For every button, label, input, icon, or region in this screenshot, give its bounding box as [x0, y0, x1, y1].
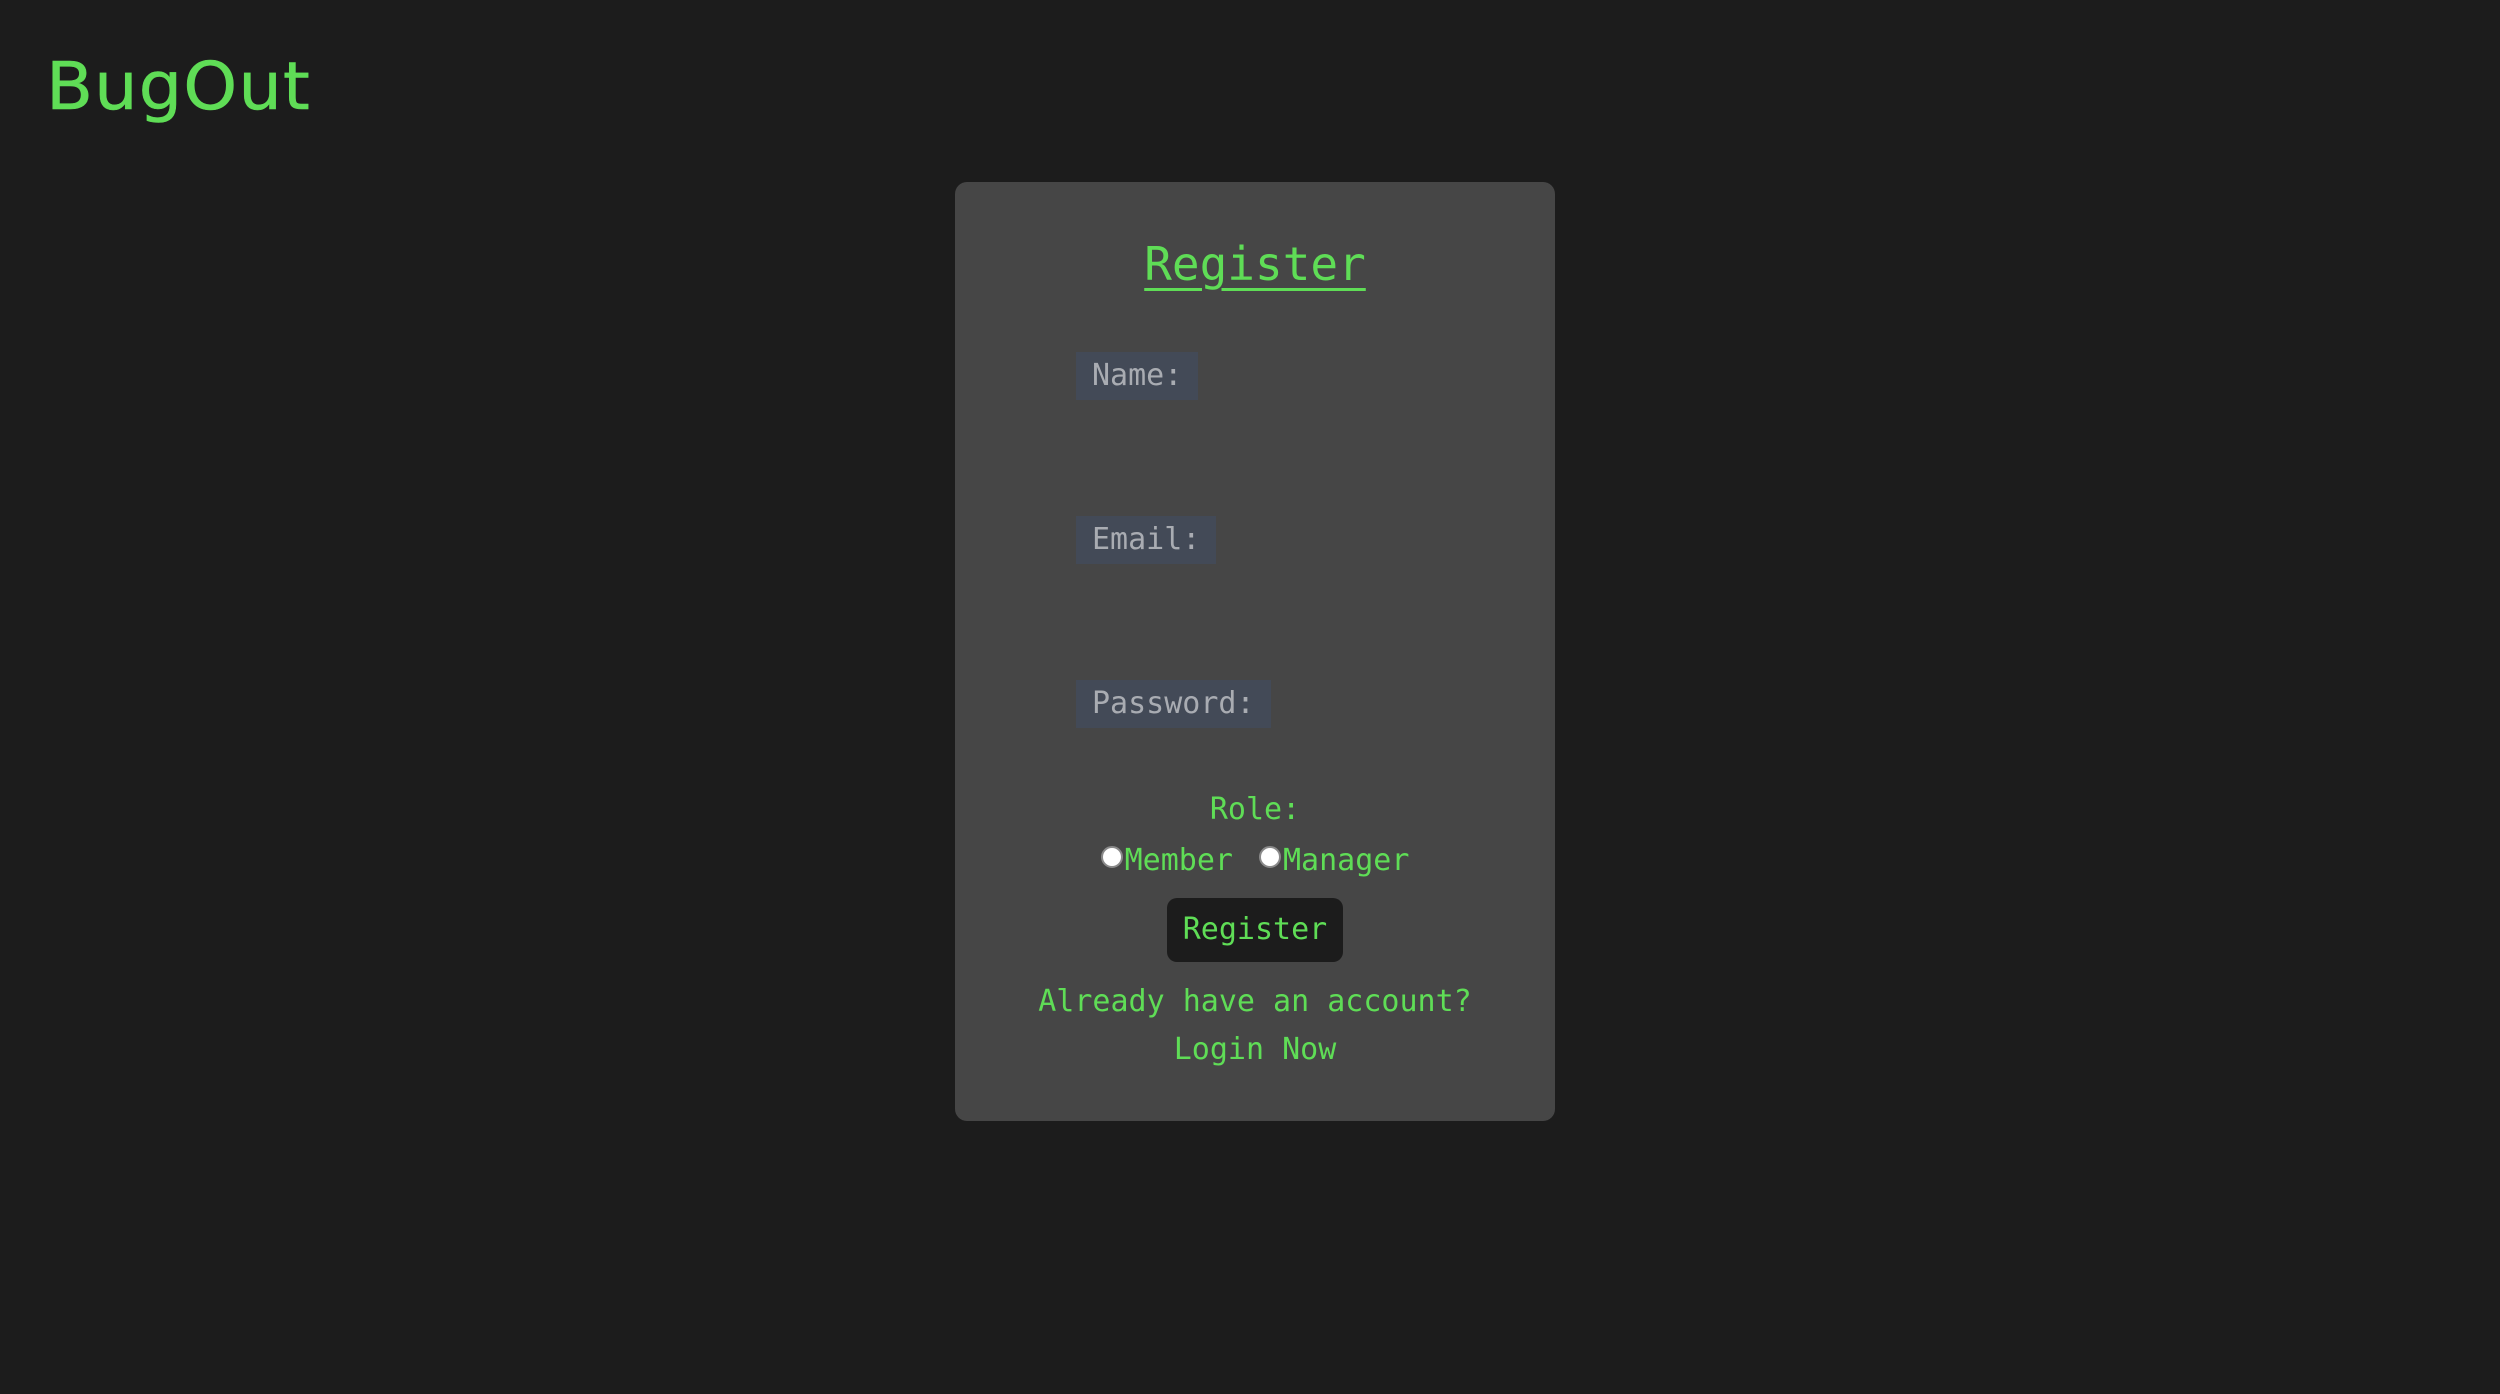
register-button[interactable]: Register [1167, 898, 1343, 962]
email-field-label: Email: [1076, 516, 1217, 564]
role-radio-group: Member Manager [955, 838, 1555, 882]
name-field[interactable]: Name: [1076, 352, 1199, 400]
email-field[interactable]: Email: [1076, 516, 1217, 564]
manager-radio-button[interactable] [1258, 846, 1281, 868]
password-field-label: Password: [1076, 680, 1271, 728]
name-field-label: Name: [1076, 352, 1199, 400]
role-option-manager[interactable]: Manager [1258, 843, 1409, 878]
register-title: Register [1144, 237, 1366, 291]
register-card: Register Name: Email: Password: Role: Me… [955, 182, 1555, 1121]
role-label: Role: [1209, 792, 1301, 827]
manager-radio-label[interactable]: Manager [1283, 843, 1409, 878]
brand-logo: BugOut [46, 48, 311, 126]
already-have-account-text: Already have an account? [1038, 984, 1472, 1019]
member-radio-button[interactable] [1100, 846, 1123, 868]
member-radio-label[interactable]: Member [1125, 843, 1233, 878]
login-now-link[interactable]: Login Now [955, 1030, 1555, 1070]
password-field[interactable]: Password: [1076, 680, 1271, 728]
role-option-member[interactable]: Member [1100, 843, 1233, 878]
